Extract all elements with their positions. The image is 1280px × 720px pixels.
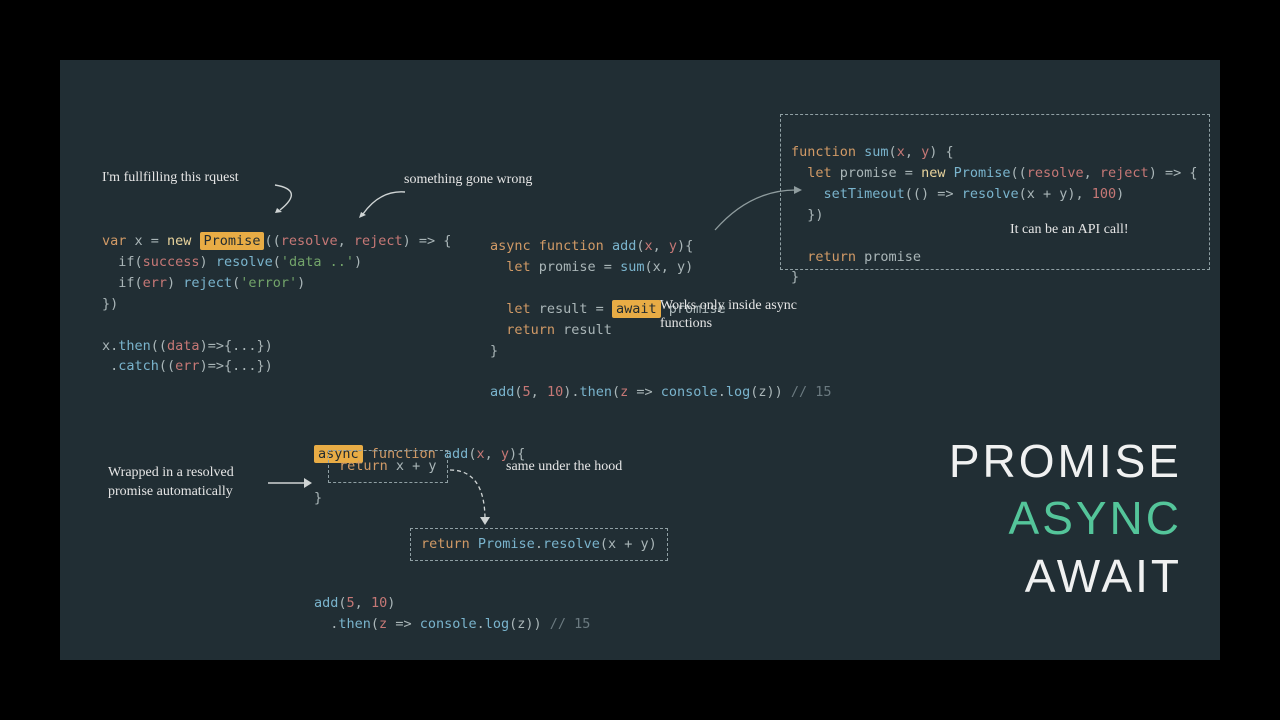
code-block-sum: function sum(x, y) { let promise = new P… (780, 114, 1210, 270)
annotation-api-call: It can be an API call! (1010, 222, 1129, 238)
title-await: AWAIT (949, 548, 1182, 606)
annotation-wrapped: Wrapped in a resolved promise automatica… (108, 464, 268, 502)
dashed-return-resolve: return Promise.resolve(x + y) (410, 528, 668, 561)
annotation-same-hood: same under the hood (506, 459, 622, 475)
highlight-promise: Promise (200, 232, 265, 250)
arrow-wrapped (266, 473, 314, 493)
code-brace-close: } (314, 488, 322, 509)
highlight-await: await (612, 300, 661, 318)
title-promise: PROMISE (949, 433, 1182, 491)
title-async: ASYNC (949, 490, 1182, 548)
dashed-return-simple: return x + y (328, 450, 448, 483)
code-block-promise: var x = new Promise((resolve, reject) =>… (102, 210, 451, 377)
code-block-add-call: add(5, 10) .then(z => console.log(z)) //… (314, 572, 590, 635)
slide-canvas: I'm fullfilling this rquest something go… (60, 60, 1220, 660)
annotation-works-inside: Works only inside async functions (660, 297, 800, 333)
title-stack: PROMISE ASYNC AWAIT (949, 433, 1182, 606)
arrow-same-hood (445, 465, 505, 530)
